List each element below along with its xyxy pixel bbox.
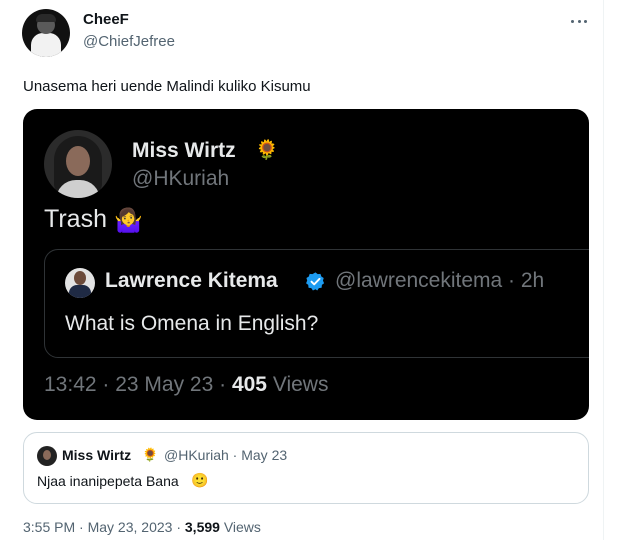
image-author-handle: @HKuriah <box>132 167 230 190</box>
more-icon[interactable] <box>569 13 589 29</box>
tweet-container: CheeF @ChiefJefree Unasema heri uende Ma… <box>0 0 604 540</box>
sunflower-icon: 🌻 <box>142 447 159 462</box>
image-meta: 13:42 · 23 May 23 · 405 Views <box>44 373 328 397</box>
image-quoted-tweet: Lawrence Kitema @lawrencekitema · 2h Wha… <box>44 249 589 358</box>
image-author-name: Miss Wirtz <box>132 139 236 162</box>
author-name[interactable]: CheeF <box>83 11 129 28</box>
quote-text: Njaa inanipepeta Bana <box>37 473 179 489</box>
views-count: 3,599 <box>184 519 220 535</box>
image-views-label: Views <box>266 373 329 396</box>
avatar-shirt <box>31 33 61 57</box>
quote-meta: @HKuriah · May 23 <box>164 447 288 463</box>
shrug-icon: 🤷‍♀️ <box>114 207 143 233</box>
author-avatar[interactable] <box>22 9 70 57</box>
quoted-avatar <box>65 268 95 298</box>
quoted-text: What is Omena in English? <box>65 312 319 335</box>
tweet-time[interactable]: 3:55 PM <box>23 519 75 535</box>
quoted-handle-time: @lawrencekitema · 2h <box>335 269 545 292</box>
smile-icon: 🙂 <box>191 472 209 488</box>
sunflower-icon: 🌻 <box>255 140 279 161</box>
image-avatar <box>44 130 112 198</box>
views-label: Views <box>223 519 261 535</box>
image-tweet-text: Trash <box>44 205 107 233</box>
image-views-count: 405 <box>231 373 267 396</box>
quote-tweet-card[interactable]: Miss Wirtz 🌻 @HKuriah · May 23 Njaa inan… <box>23 432 589 504</box>
tweet-date[interactable]: May 23, 2023 <box>88 519 173 535</box>
avatar-cap <box>36 14 56 22</box>
tweet-text: Unasema heri uende Malindi kuliko Kisumu <box>23 78 311 95</box>
tweet-image[interactable]: Miss Wirtz 🌻 @HKuriah Trash 🤷‍♀️ Lawrenc… <box>23 109 589 420</box>
quote-author-name: Miss Wirtz <box>62 447 132 463</box>
quoted-author-name: Lawrence Kitema <box>105 269 278 292</box>
author-handle[interactable]: @ChiefJefree <box>83 33 175 50</box>
image-meta-time: 13:42 · 23 May 23 · <box>44 373 232 396</box>
tweet-timestamp: 3:55 PM · May 23, 2023 · 3,599 Views <box>23 519 261 535</box>
quote-avatar <box>37 446 57 466</box>
verified-icon <box>306 272 325 291</box>
